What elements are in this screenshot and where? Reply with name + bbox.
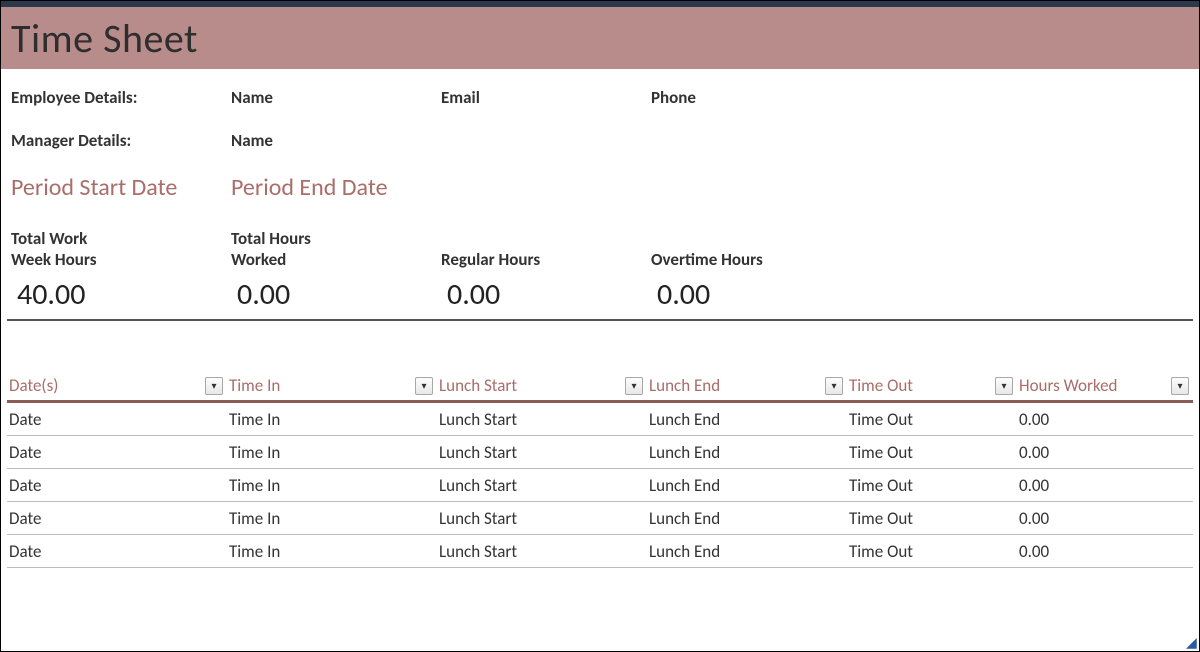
header-label: Time Out: [849, 375, 913, 396]
header-label: Hours Worked: [1019, 375, 1118, 396]
filter-button[interactable]: ▾: [995, 377, 1013, 395]
lunch-end-cell[interactable]: Lunch End: [647, 508, 847, 529]
lunch-end-cell[interactable]: Lunch End: [647, 442, 847, 463]
date-cell[interactable]: Date: [7, 442, 227, 463]
total-work-week-label: Total Work Week Hours: [11, 228, 231, 270]
lunch-start-cell[interactable]: Lunch Start: [437, 541, 647, 562]
date-cell[interactable]: Date: [7, 475, 227, 496]
header-time-out[interactable]: Time Out ▾: [847, 371, 1017, 400]
filter-button[interactable]: ▾: [825, 377, 843, 395]
header-label: Lunch End: [649, 375, 720, 396]
period-row: Period Start Date Period End Date: [1, 173, 1199, 206]
regular-hours-value: 0.00: [447, 276, 657, 313]
label-line: Week Hours: [11, 249, 231, 270]
time-out-cell[interactable]: Time Out: [847, 409, 1017, 430]
timesheet-document: Time Sheet Employee Details: Name Email …: [0, 0, 1200, 652]
lunch-start-cell[interactable]: Lunch Start: [437, 442, 647, 463]
manager-row: Manager Details: Name: [11, 130, 1189, 151]
hours-worked-cell[interactable]: 0.00: [1017, 409, 1193, 430]
employee-phone-field[interactable]: Phone: [651, 87, 861, 108]
employee-email-field[interactable]: Email: [441, 87, 651, 108]
employee-name-field[interactable]: Name: [231, 87, 441, 108]
time-in-cell[interactable]: Time In: [227, 541, 437, 562]
regular-hours-label: Regular Hours: [441, 228, 651, 270]
header-time-in[interactable]: Time In ▾: [227, 371, 437, 400]
time-out-cell[interactable]: Time Out: [847, 541, 1017, 562]
time-in-cell[interactable]: Time In: [227, 508, 437, 529]
label-line: Regular Hours: [441, 249, 651, 270]
time-in-cell[interactable]: Time In: [227, 442, 437, 463]
time-out-cell[interactable]: Time Out: [847, 442, 1017, 463]
filter-button[interactable]: ▾: [205, 377, 223, 395]
date-cell[interactable]: Date: [7, 508, 227, 529]
time-in-cell[interactable]: Time In: [227, 475, 437, 496]
header-lunch-start[interactable]: Lunch Start ▾: [437, 371, 647, 400]
title-bar: Time Sheet: [1, 7, 1199, 69]
table-row: DateTime InLunch StartLunch EndTime Out0…: [7, 502, 1193, 535]
time-in-cell[interactable]: Time In: [227, 409, 437, 430]
totals-header: Total Work Week Hours Total Hours Worked…: [1, 206, 1199, 270]
lunch-start-cell[interactable]: Lunch Start: [437, 508, 647, 529]
lunch-start-cell[interactable]: Lunch Start: [437, 409, 647, 430]
total-hours-worked-label: Total Hours Worked: [231, 228, 441, 270]
timesheet-table: Date(s) ▾ Time In ▾ Lunch Start ▾ Lunch …: [7, 371, 1193, 568]
total-work-week-value[interactable]: 40.00: [17, 276, 237, 313]
header-lunch-end[interactable]: Lunch End ▾: [647, 371, 847, 400]
employee-row: Employee Details: Name Email Phone: [11, 87, 1189, 108]
label-line: Overtime Hours: [651, 249, 861, 270]
header-label: Date(s): [9, 375, 58, 396]
overtime-hours-label: Overtime Hours: [651, 228, 861, 270]
lunch-start-cell[interactable]: Lunch Start: [437, 475, 647, 496]
filter-button[interactable]: ▾: [1171, 377, 1189, 395]
header-date[interactable]: Date(s) ▾: [7, 371, 227, 400]
table-row: DateTime InLunch StartLunch EndTime Out0…: [7, 469, 1193, 502]
time-out-cell[interactable]: Time Out: [847, 508, 1017, 529]
period-start-label[interactable]: Period Start Date: [11, 173, 231, 202]
lunch-end-cell[interactable]: Lunch End: [647, 409, 847, 430]
hours-worked-cell[interactable]: 0.00: [1017, 541, 1193, 562]
hours-worked-cell[interactable]: 0.00: [1017, 508, 1193, 529]
period-end-label[interactable]: Period End Date: [231, 173, 441, 202]
totals-values: 40.00 0.00 0.00 0.00: [7, 270, 1193, 321]
header-label: Lunch Start: [439, 375, 517, 396]
hours-worked-cell[interactable]: 0.00: [1017, 475, 1193, 496]
table-row: DateTime InLunch StartLunch EndTime Out0…: [7, 436, 1193, 469]
details-section: Employee Details: Name Email Phone Manag…: [1, 69, 1199, 151]
manager-details-label: Manager Details:: [11, 130, 231, 151]
table-header-row: Date(s) ▾ Time In ▾ Lunch Start ▾ Lunch …: [7, 371, 1193, 403]
lunch-end-cell[interactable]: Lunch End: [647, 475, 847, 496]
lunch-end-cell[interactable]: Lunch End: [647, 541, 847, 562]
hours-worked-cell[interactable]: 0.00: [1017, 442, 1193, 463]
filter-button[interactable]: ▾: [415, 377, 433, 395]
table-row: DateTime InLunch StartLunch EndTime Out0…: [7, 535, 1193, 568]
overtime-hours-value: 0.00: [657, 276, 867, 313]
filter-button[interactable]: ▾: [625, 377, 643, 395]
label-line: Total Work: [11, 228, 231, 249]
table-row: DateTime InLunch StartLunch EndTime Out0…: [7, 403, 1193, 436]
manager-name-field[interactable]: Name: [231, 130, 441, 151]
label-line: Total Hours: [231, 228, 441, 249]
employee-details-label: Employee Details:: [11, 87, 231, 108]
page-title: Time Sheet: [11, 14, 198, 63]
total-hours-worked-value: 0.00: [237, 276, 447, 313]
table-resize-handle[interactable]: ◢: [1186, 638, 1196, 648]
table-body: DateTime InLunch StartLunch EndTime Out0…: [7, 403, 1193, 568]
date-cell[interactable]: Date: [7, 409, 227, 430]
header-hours-worked[interactable]: Hours Worked ▾: [1017, 371, 1193, 400]
label-line: Worked: [231, 249, 441, 270]
header-label: Time In: [229, 375, 280, 396]
time-out-cell[interactable]: Time Out: [847, 475, 1017, 496]
date-cell[interactable]: Date: [7, 541, 227, 562]
